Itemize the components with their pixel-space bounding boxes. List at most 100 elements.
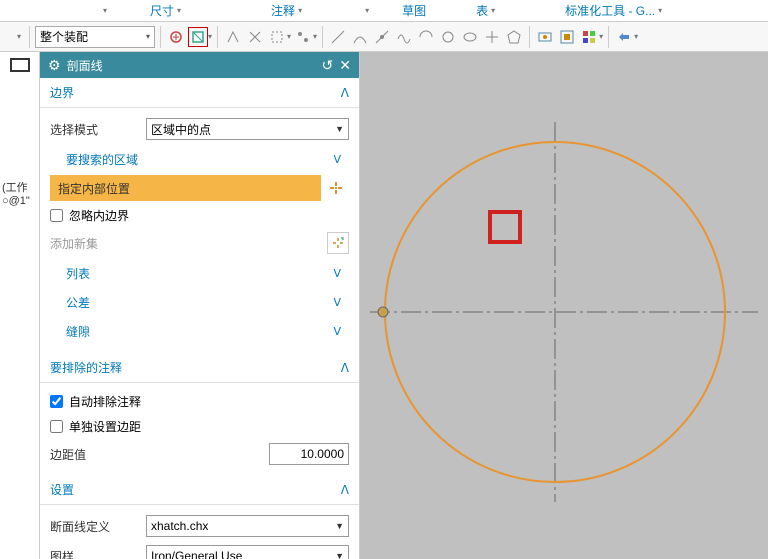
ribbon-label: 表: [476, 2, 488, 19]
ignore-inner-label: 忽略内边界: [69, 207, 129, 224]
tool-dd[interactable]: ▾: [287, 32, 291, 41]
chevron-up-icon: ᐱ: [341, 86, 349, 100]
auto-exclude-checkbox[interactable]: [50, 395, 63, 408]
section-boundary-head[interactable]: 边界 ᐱ: [40, 78, 359, 108]
section-settings-content: 断面线定义 xhatch.chx ▼ 图样 Iron/General Use ▼: [40, 505, 359, 559]
margin-label: 边距值: [50, 446, 140, 463]
tool-icon-5[interactable]: [267, 27, 287, 47]
edge-tool-icon[interactable]: [372, 27, 392, 47]
section-exclude-content: 自动排除注释 单独设置边距 边距值: [40, 383, 359, 475]
tolerance-toggle[interactable]: 公差 ᐯ: [50, 289, 349, 316]
gap-toggle[interactable]: 缝隙 ᐯ: [50, 318, 349, 345]
gear-icon[interactable]: ⚙: [48, 57, 61, 74]
toolbar: ▾ 整个装配 ▾ ▾ ▾ ▾ ▾ ▾: [0, 22, 768, 52]
polygon-tool-icon[interactable]: [504, 27, 524, 47]
ribbon-dd-0[interactable]: ▾: [100, 6, 110, 15]
list-label: 列表: [66, 265, 90, 282]
search-region-label: 要搜索的区域: [66, 151, 138, 168]
ribbon-tab-std-tools[interactable]: 标准化工具 - G...▾: [555, 2, 672, 19]
auto-exclude-row: 自动排除注释: [50, 389, 349, 414]
panel-header: ⚙ 剖面线 ↺ ✕: [40, 52, 359, 78]
pattern-dropdown[interactable]: Iron/General Use ▼: [146, 545, 349, 559]
ellipse-tool-icon[interactable]: [460, 27, 480, 47]
chevron-down-icon: ᐯ: [333, 267, 341, 280]
add-new-set-label: 添加新集: [50, 235, 98, 252]
section-settings-head[interactable]: 设置 ᐱ: [40, 475, 359, 505]
set-margin-checkbox[interactable]: [50, 420, 63, 433]
ribbon-tab-sketch[interactable]: 草图: [392, 2, 436, 19]
ribbon-label: 标准化工具 - G...: [565, 2, 655, 19]
select-mode-label: 选择模式: [50, 121, 140, 138]
assembly-select-value: 整个装配: [40, 28, 88, 45]
chevron-down-icon: ▼: [335, 551, 344, 559]
arc3-tool-icon[interactable]: [416, 27, 436, 47]
set-margin-row: 单独设置边距: [50, 414, 349, 439]
chevron-down-icon: ▾: [146, 32, 150, 41]
section-title: 设置: [50, 481, 74, 498]
point-tool-icon[interactable]: [482, 27, 502, 47]
select-mode-value: 区域中的点: [151, 121, 211, 138]
circle-tool-icon[interactable]: [438, 27, 458, 47]
ribbon-tab-size[interactable]: 尺寸▾: [140, 2, 191, 19]
assembly-select[interactable]: 整个装配 ▾: [35, 26, 155, 48]
tool-icon-4[interactable]: [245, 27, 265, 47]
chevron-down-icon: ▾: [177, 6, 181, 15]
panel-title: 剖面线: [67, 57, 316, 74]
hatch-panel: ⚙ 剖面线 ↺ ✕ 边界 ᐱ 选择模式 区域中的点 ▼: [40, 52, 360, 559]
left-nav-strip: (工作 ○@1": [0, 52, 40, 559]
tool-icon-6[interactable]: [293, 27, 313, 47]
tool-dd[interactable]: ▾: [313, 32, 317, 41]
ribbon-label: 尺寸: [150, 2, 174, 19]
line-tool-icon[interactable]: [328, 27, 348, 47]
chevron-down-icon: ▾: [658, 6, 662, 15]
close-icon[interactable]: ✕: [339, 57, 351, 74]
tool-dd[interactable]: ▾: [599, 32, 603, 41]
ribbon-dd-1[interactable]: ▾: [362, 6, 372, 15]
list-toggle[interactable]: 列表 ᐯ: [50, 260, 349, 287]
pattern-label: 图样: [50, 548, 140, 559]
view-icon-4[interactable]: [614, 27, 634, 47]
arc-tool-icon[interactable]: [350, 27, 370, 47]
add-new-set-row: 添加新集: [50, 228, 349, 258]
definition-dropdown[interactable]: xhatch.chx ▼: [146, 515, 349, 537]
chevron-down-icon: ᐯ: [333, 325, 341, 338]
select-mode-dropdown[interactable]: 区域中的点 ▼: [146, 118, 349, 140]
pattern-value: Iron/General Use: [151, 549, 242, 559]
chevron-up-icon: ᐱ: [341, 483, 349, 497]
tool-dd[interactable]: ▾: [634, 32, 638, 41]
spline-tool-icon[interactable]: [394, 27, 414, 47]
view-icon-1[interactable]: [535, 27, 555, 47]
add-set-button[interactable]: [327, 232, 349, 254]
definition-value: xhatch.chx: [151, 519, 208, 533]
tool-icon-1[interactable]: [166, 27, 186, 47]
ribbon-label: 注释: [271, 2, 295, 19]
tool-icon-3[interactable]: [223, 27, 243, 47]
ignore-inner-row: 忽略内边界: [50, 203, 349, 228]
ribbon-tab-annotation[interactable]: 注释▾: [261, 2, 312, 19]
search-region-toggle[interactable]: 要搜索的区域 ᐯ: [50, 146, 349, 173]
view-icon-3[interactable]: [579, 27, 599, 47]
tolerance-label: 公差: [66, 294, 90, 311]
specify-internal-label: 指定内部位置: [50, 180, 321, 197]
ribbon-tab-table[interactable]: 表▾: [466, 2, 505, 19]
auto-exclude-label: 自动排除注释: [69, 393, 141, 410]
chevron-down-icon: ▼: [335, 124, 344, 134]
section-exclude-head[interactable]: 要排除的注释 ᐱ: [40, 353, 359, 383]
definition-label: 断面线定义: [50, 518, 140, 535]
specify-internal-row: 指定内部位置: [50, 175, 349, 201]
drawing-canvas[interactable]: [360, 52, 768, 559]
view-icon-2[interactable]: [557, 27, 577, 47]
tab-icon[interactable]: [10, 58, 30, 72]
margin-input[interactable]: [269, 443, 349, 465]
tool-icon-2-active[interactable]: [188, 27, 208, 47]
section-title: 边界: [50, 84, 74, 101]
chevron-down-icon: ▼: [335, 521, 344, 531]
toolbar-dd-left[interactable]: ▾: [14, 32, 24, 41]
left-strip-text: (工作 ○@1": [2, 182, 30, 208]
ignore-inner-checkbox[interactable]: [50, 209, 63, 222]
pick-point-button[interactable]: [321, 175, 349, 201]
reset-icon[interactable]: ↺: [322, 57, 334, 74]
ribbon-label: 草图: [402, 2, 426, 19]
set-margin-label: 单独设置边距: [69, 418, 141, 435]
tool-dd[interactable]: ▾: [208, 32, 212, 41]
